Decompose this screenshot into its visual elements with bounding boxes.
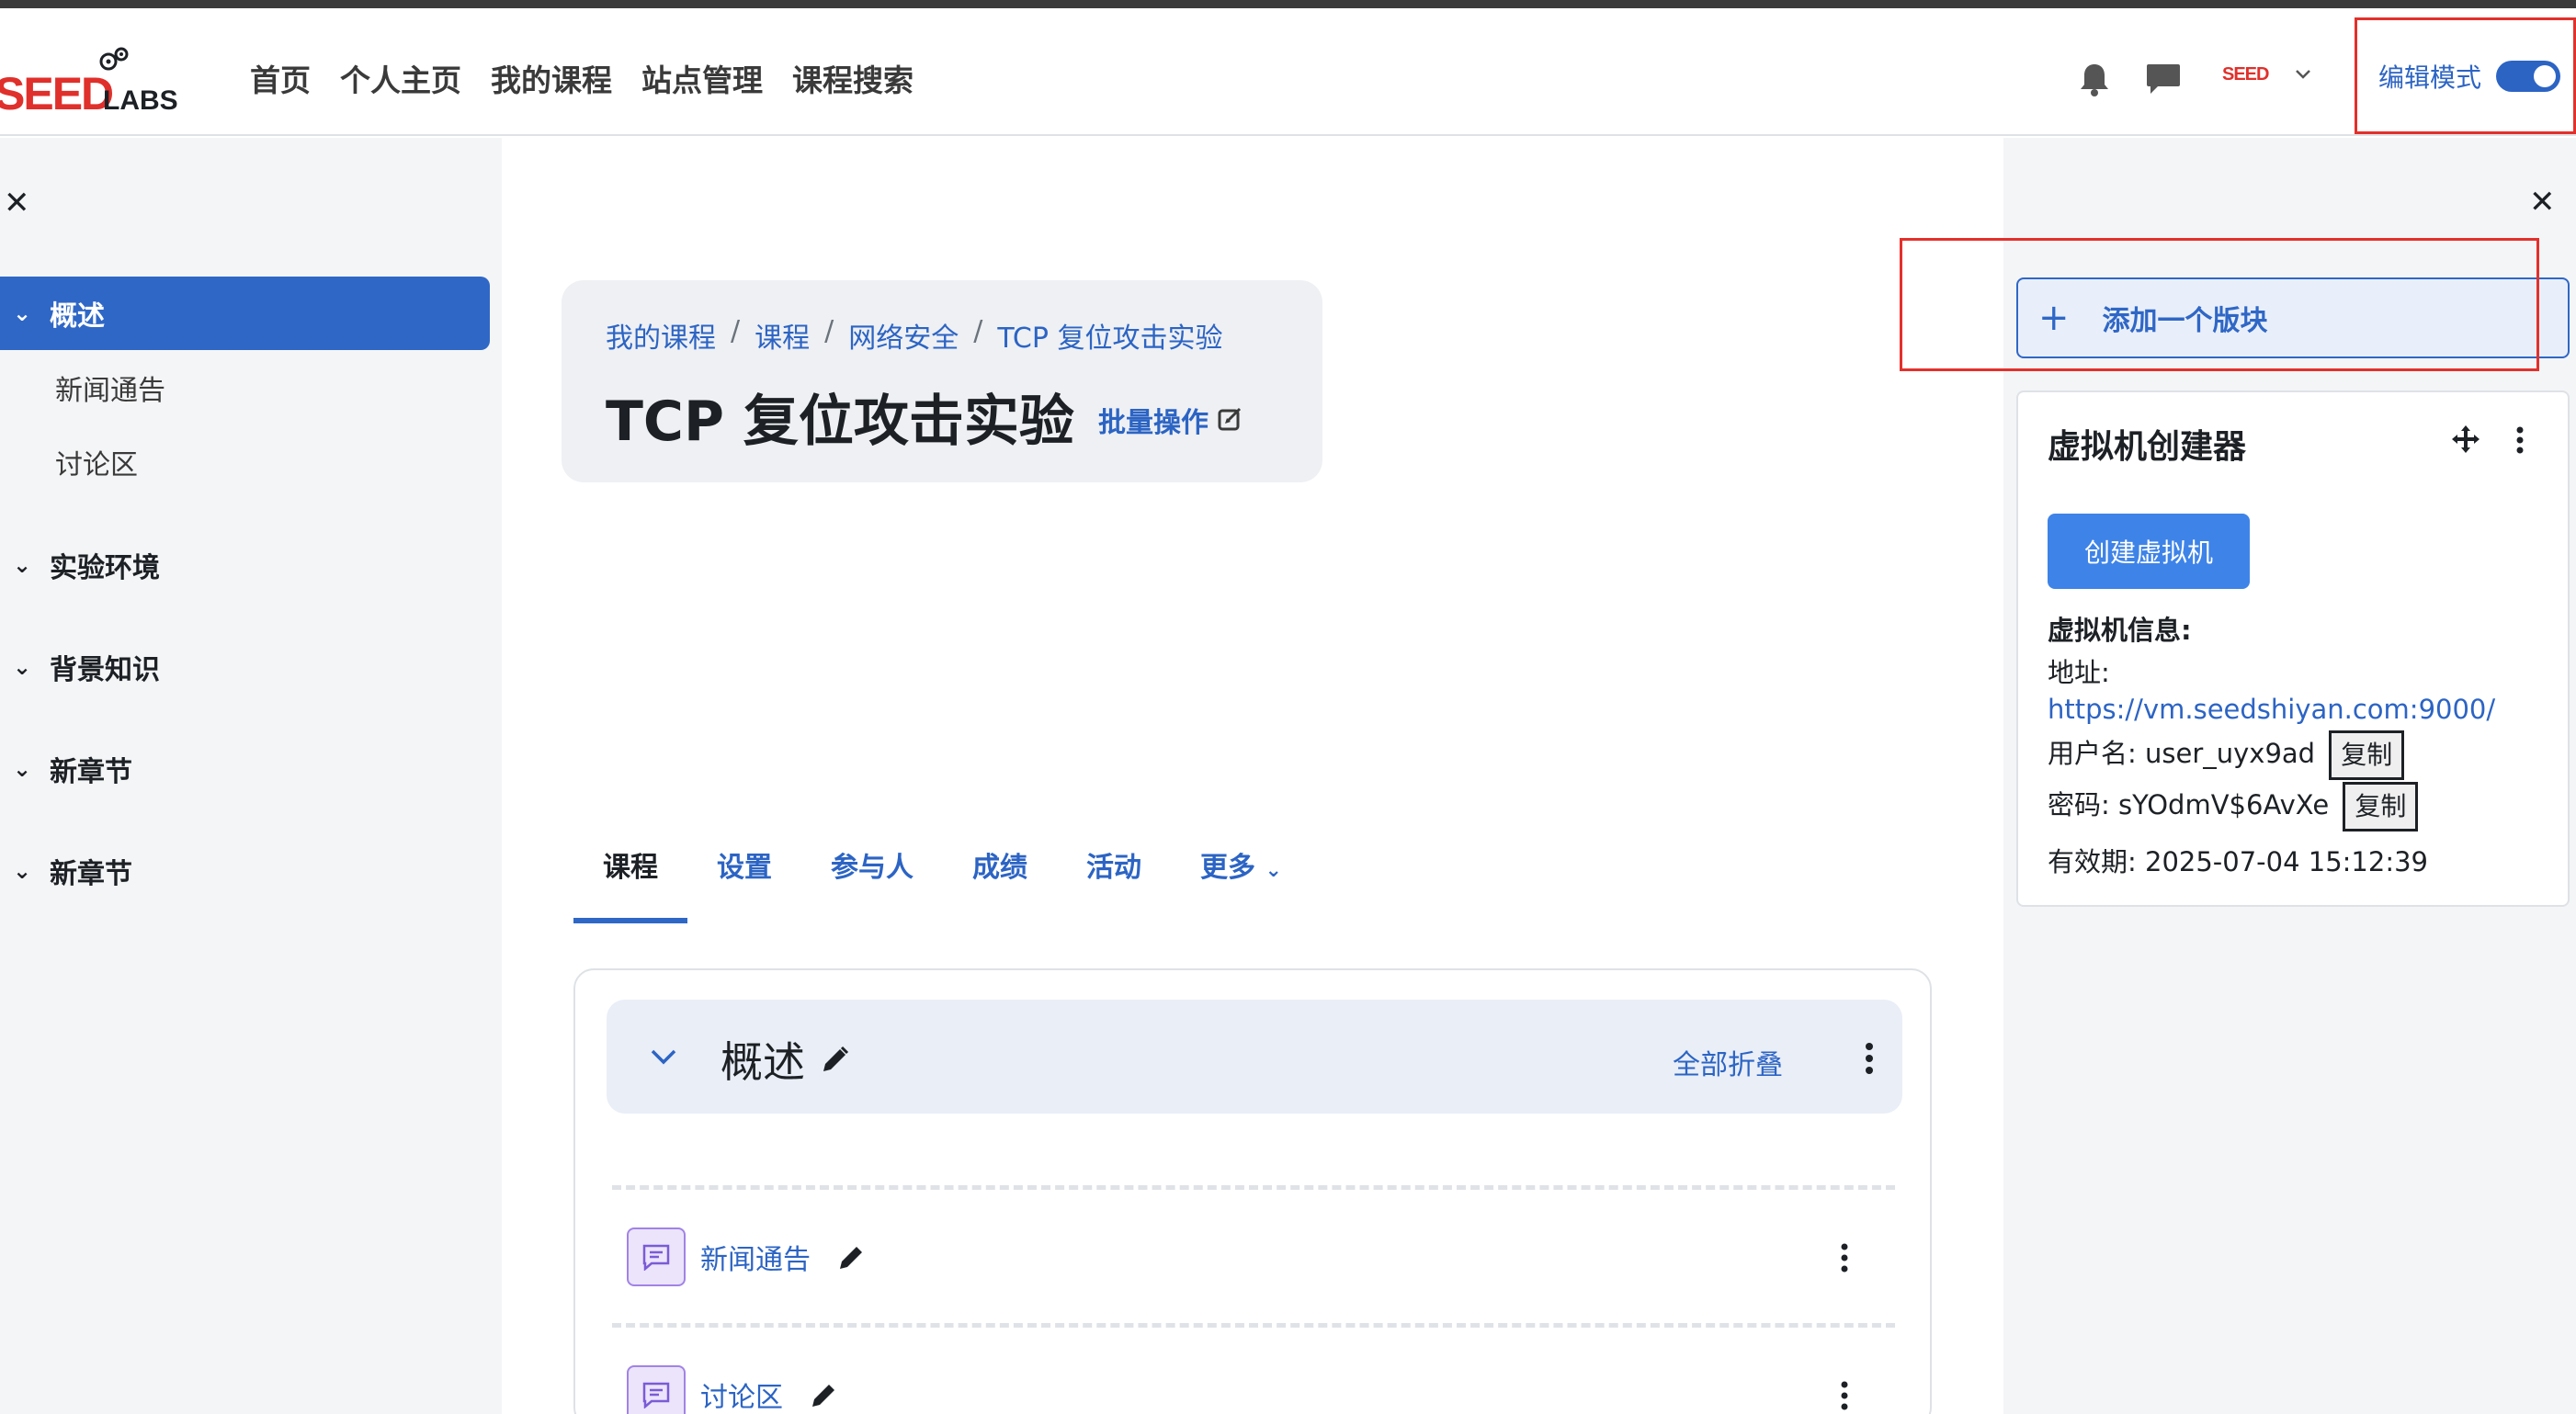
logo-sub-text: LABS: [103, 85, 178, 116]
messages-chat-icon[interactable]: [2145, 62, 2182, 96]
course-index-section-new-2[interactable]: ⌄ 新章节: [13, 851, 132, 891]
section-title: 概述: [721, 1037, 805, 1087]
section-label: 背景知识: [50, 654, 160, 686]
forum-icon: [627, 1365, 686, 1414]
vm-address-link[interactable]: https://vm.seedshiyan.com:9000/: [2048, 694, 2495, 725]
toggle-knob: [2534, 65, 2557, 87]
chevron-down-icon[interactable]: ⌄: [13, 654, 31, 680]
site-logo[interactable]: SEED LABS: [0, 45, 187, 119]
close-block-drawer-icon[interactable]: ✕: [2529, 187, 2556, 218]
copy-password-button[interactable]: 复制: [2343, 782, 2419, 831]
course-index-item-news[interactable]: 新闻通告: [55, 368, 165, 408]
logo-main-text: SEED: [0, 68, 114, 119]
breadcrumb-separator: /: [824, 315, 834, 347]
bulk-edit-icon: [1218, 407, 1242, 431]
breadcrumb-my-courses[interactable]: 我的课程: [606, 315, 716, 356]
course-index-section-background[interactable]: ⌄ 背景知识: [13, 647, 160, 687]
breadcrumb-courses[interactable]: 课程: [755, 315, 810, 356]
section-label: 实验环境: [50, 552, 160, 584]
top-navbar: SEED LABS 首页 个人主页 我的课程 站点管理 课程搜索 SEED 编辑…: [0, 8, 2576, 136]
nav-profile[interactable]: 个人主页: [340, 56, 461, 100]
breadcrumb-network-security[interactable]: 网络安全: [848, 315, 959, 356]
course-index-drawer: ✕ ⌄ 概述 新闻通告 讨论区 ⌄ 实验环境 ⌄ 背景知识 ⌄ 新章节 ⌄ 新章…: [0, 138, 502, 1414]
course-content: 概述 全部折叠 新闻通告 讨论区: [573, 968, 1932, 1414]
section-label: 新章节: [50, 756, 132, 788]
block-actions-kebab-icon[interactable]: [2514, 425, 2525, 455]
collapse-section-chevron-icon[interactable]: [647, 1040, 680, 1073]
breadcrumb: 我的课程 / 课程 / 网络安全 / TCP 复位攻击实验: [606, 315, 1222, 356]
course-index-section-new-1[interactable]: ⌄ 新章节: [13, 749, 132, 789]
vm-info-heading: 虚拟机信息:: [2048, 615, 2192, 646]
tab-grades[interactable]: 成绩: [943, 831, 1057, 923]
vm-password: 密码: sYOdmV$6AvXe: [2048, 789, 2330, 820]
chevron-down-icon[interactable]: ⌄: [13, 858, 31, 884]
nav-course-search[interactable]: 课程搜索: [792, 56, 914, 100]
section-kebab-menu-icon[interactable]: [1864, 1042, 1875, 1075]
section-label: 概述: [50, 300, 105, 333]
tab-activities[interactable]: 活动: [1057, 831, 1171, 923]
activity-news-forum[interactable]: 新闻通告: [627, 1227, 868, 1286]
add-block-label: 添加一个版块: [2102, 305, 2268, 337]
forum-icon: [627, 1227, 686, 1286]
tab-settings[interactable]: 设置: [687, 831, 801, 923]
chevron-down-icon: [2296, 70, 2310, 79]
course-index-section-overview[interactable]: ⌄ 概述: [0, 277, 490, 350]
primary-navigation: 首页 个人主页 我的课程 站点管理 课程搜索: [250, 56, 914, 100]
breadcrumb-separator: /: [973, 315, 983, 347]
chevron-down-icon[interactable]: ⌄: [13, 552, 31, 578]
activity-name[interactable]: 讨论区: [700, 1374, 783, 1414]
move-block-icon[interactable]: [2450, 424, 2481, 455]
activity-divider: [612, 1185, 1895, 1190]
edit-activity-pencil-icon[interactable]: [836, 1241, 868, 1273]
window-top-strip: [0, 0, 2576, 8]
edit-activity-pencil-icon[interactable]: [809, 1379, 840, 1410]
activity-kebab-menu-icon[interactable]: [1839, 1242, 1850, 1273]
chevron-down-icon: ⌄: [1265, 859, 1282, 882]
nav-home[interactable]: 首页: [250, 56, 311, 100]
vm-password-row: 密码: sYOdmV$6AvXe 复制: [2048, 782, 2419, 831]
vm-username: 用户名: user_uyx9ad: [2048, 738, 2316, 769]
vm-creator-block: 虚拟机创建器 创建虚拟机 虚拟机信息: 地址: https://vm.seeds…: [2016, 390, 2570, 907]
page-title: TCP 复位攻击实验: [606, 390, 1074, 454]
activity-name[interactable]: 新闻通告: [700, 1237, 811, 1277]
tab-participants[interactable]: 参与人: [801, 831, 943, 923]
section-label: 新章节: [50, 858, 132, 890]
create-vm-button[interactable]: 创建虚拟机: [2048, 514, 2250, 589]
add-block-button[interactable]: + 添加一个版块: [2016, 277, 2570, 358]
breadcrumb-current-course[interactable]: TCP 复位攻击实验: [997, 315, 1222, 356]
user-menu[interactable]: SEED: [2222, 62, 2312, 87]
course-secondary-navigation: 课程 设置 参与人 成绩 活动 更多 ⌄: [573, 831, 1311, 923]
copy-username-button[interactable]: 复制: [2329, 730, 2405, 780]
tab-more[interactable]: 更多 ⌄: [1171, 831, 1311, 923]
nav-my-courses[interactable]: 我的课程: [491, 56, 612, 100]
bulk-edit-link[interactable]: 批量操作: [1098, 400, 1245, 440]
edit-mode-toggle[interactable]: [2496, 61, 2561, 92]
nav-site-admin[interactable]: 站点管理: [641, 56, 763, 100]
course-index-item-forum[interactable]: 讨论区: [55, 442, 138, 482]
course-index-section-lab-env[interactable]: ⌄ 实验环境: [13, 545, 160, 585]
activity-kebab-menu-icon[interactable]: [1839, 1380, 1850, 1411]
close-course-index-icon[interactable]: ✕: [4, 187, 30, 219]
activity-discussion-forum[interactable]: 讨论区: [627, 1365, 840, 1414]
tab-more-label: 更多: [1200, 852, 1255, 884]
notifications-bell-icon[interactable]: [2079, 62, 2110, 96]
vm-expiry: 有效期: 2025-07-04 15:12:39: [2048, 846, 2428, 877]
page-header: 我的课程 / 课程 / 网络安全 / TCP 复位攻击实验 TCP 复位攻击实验…: [562, 280, 1322, 482]
bulk-edit-label: 批量操作: [1098, 407, 1209, 439]
avatar: SEED: [2222, 64, 2269, 85]
breadcrumb-separator: /: [731, 315, 741, 347]
vm-address-label: 地址:: [2048, 657, 2110, 688]
block-title: 虚拟机创建器: [2048, 428, 2247, 466]
collapse-all-link[interactable]: 全部折叠: [1673, 1042, 1783, 1082]
activity-divider: [612, 1323, 1895, 1328]
tab-course[interactable]: 课程: [573, 831, 687, 923]
section-header-overview: 概述 全部折叠: [607, 1000, 1902, 1114]
plus-icon: +: [2038, 297, 2070, 339]
edit-mode-label: 编辑模式: [2378, 62, 2482, 93]
edit-mode-switch[interactable]: 编辑模式: [2378, 58, 2561, 95]
chevron-down-icon[interactable]: ⌄: [13, 756, 31, 782]
chevron-down-icon[interactable]: ⌄: [13, 300, 31, 326]
vm-username-row: 用户名: user_uyx9ad 复制: [2048, 730, 2405, 780]
edit-section-title-pencil-icon[interactable]: [820, 1044, 851, 1075]
